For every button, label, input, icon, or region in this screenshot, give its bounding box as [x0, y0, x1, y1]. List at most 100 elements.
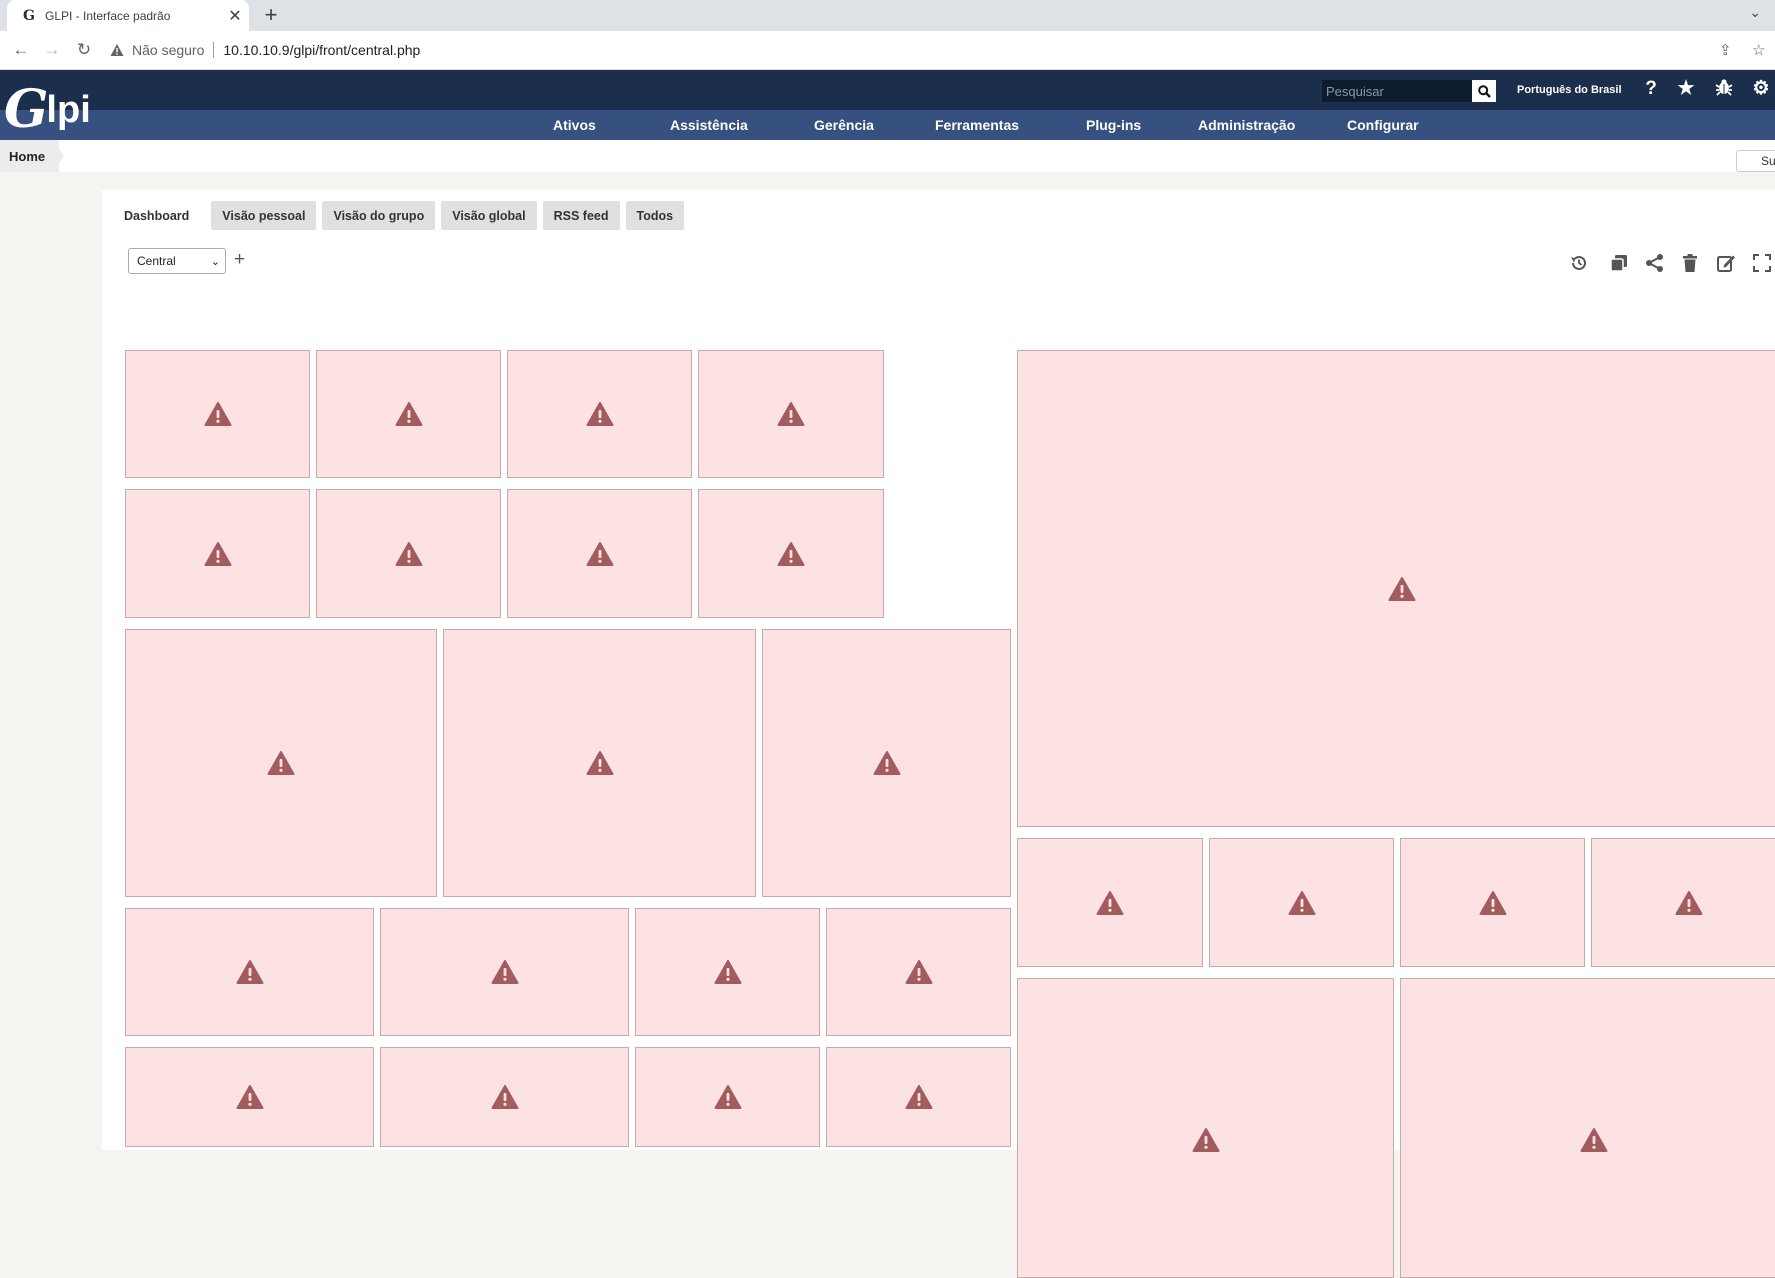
dashboard-card[interactable]	[826, 1047, 1011, 1147]
share-dashboard-icon[interactable]	[1644, 252, 1666, 274]
warning-icon	[777, 541, 805, 566]
warning-icon	[714, 1085, 741, 1109]
dashboard-card[interactable]	[125, 1047, 374, 1147]
dashboard-tabs: Dashboard Visão pessoal Visão do grupo V…	[114, 201, 690, 230]
warning-icon	[905, 960, 932, 984]
dashboard-card[interactable]	[1209, 838, 1394, 967]
clone-icon[interactable]	[1608, 252, 1630, 274]
browser-tab[interactable]: G GLPI - Interface padrão ✕	[7, 0, 249, 31]
warning-icon	[395, 402, 422, 426]
close-tab-icon[interactable]: ✕	[221, 6, 249, 26]
logo-lpi: lpi	[46, 89, 91, 131]
tab-dashboard[interactable]: Dashboard	[114, 201, 205, 230]
help-icon[interactable]: ?	[1640, 78, 1662, 100]
warning-icon	[491, 960, 518, 984]
warning-icon	[395, 541, 422, 566]
settings-gear-icon[interactable]: ⚙	[1750, 78, 1772, 100]
dashboard-card[interactable]	[380, 908, 629, 1036]
dashboard-card[interactable]	[125, 350, 310, 478]
history-icon[interactable]	[1568, 252, 1590, 274]
warning-icon	[204, 402, 231, 426]
warning-icon	[236, 960, 263, 984]
reload-icon[interactable]: ↻	[73, 39, 95, 61]
dashboard-card[interactable]	[507, 350, 692, 478]
dashboard-card[interactable]	[698, 489, 884, 618]
forward-icon[interactable]: →	[41, 39, 63, 61]
menu-configurar[interactable]: Configurar	[1347, 117, 1419, 133]
dashboard-card[interactable]	[826, 908, 1011, 1036]
language-selector[interactable]: Português do Brasil	[1517, 84, 1622, 96]
menu-ativos[interactable]: Ativos	[553, 117, 596, 133]
warning-icon	[714, 960, 741, 984]
dashboard-card[interactable]	[698, 350, 884, 478]
tab-search-chevron-icon[interactable]: ⌄	[1749, 4, 1761, 21]
breadcrumb-right-button[interactable]: Su	[1736, 150, 1775, 172]
bookmark-star-icon[interactable]: ☆	[1752, 41, 1765, 59]
tab-visao-pessoal[interactable]: Visão pessoal	[211, 201, 317, 230]
tab-visao-do-grupo[interactable]: Visão do grupo	[322, 201, 436, 230]
back-icon[interactable]: ←	[10, 39, 32, 61]
menu-plugins[interactable]: Plug-ins	[1086, 117, 1141, 133]
dashboard-card[interactable]	[762, 629, 1011, 897]
breadcrumb-home[interactable]: Home	[0, 140, 60, 172]
search-input[interactable]	[1322, 80, 1472, 102]
url-text[interactable]: 10.10.10.9/glpi/front/central.php	[223, 42, 420, 58]
dashboard-select[interactable]: Central ⌄	[128, 248, 226, 274]
dashboard-card[interactable]	[1017, 838, 1203, 967]
warning-icon	[1580, 1128, 1607, 1152]
warning-icon	[491, 1085, 518, 1109]
tab-todos[interactable]: Todos	[625, 201, 685, 230]
search-icon	[1477, 84, 1491, 98]
dashboard-card[interactable]	[1591, 838, 1775, 967]
edit-icon[interactable]	[1715, 252, 1737, 274]
warning-icon	[586, 541, 613, 566]
dashboard-select-value: Central	[137, 254, 176, 268]
dashboard-card[interactable]	[1400, 838, 1585, 967]
warning-icon	[1479, 890, 1506, 915]
menu-gerencia[interactable]: Gerência	[814, 117, 874, 133]
glpi-favicon-icon: G	[23, 7, 35, 24]
dashboard-card[interactable]	[443, 629, 756, 897]
address-bar[interactable]: Não seguro 10.10.10.9/glpi/front/central…	[110, 34, 1710, 66]
dashboard-card[interactable]	[125, 629, 437, 897]
warning-icon	[1288, 890, 1315, 915]
logo-g: G	[4, 79, 49, 140]
not-secure-warning-icon	[110, 44, 124, 56]
dashboard-card[interactable]	[125, 489, 310, 618]
new-tab-button[interactable]: +	[258, 3, 284, 29]
trash-icon[interactable]	[1679, 252, 1701, 274]
dashboard-card[interactable]	[507, 489, 692, 618]
glpi-main-menu	[0, 110, 1775, 140]
breadcrumb-arrow	[52, 140, 64, 172]
dashboard-card[interactable]	[635, 1047, 820, 1147]
dashboard-card[interactable]	[1017, 978, 1394, 1278]
global-search	[1322, 80, 1496, 102]
dashboard-card[interactable]	[125, 908, 374, 1036]
browser-tabstrip: G GLPI - Interface padrão ✕ + ⌄	[0, 0, 1775, 31]
warning-icon	[586, 751, 613, 775]
dashboard-card[interactable]	[635, 908, 820, 1036]
search-button[interactable]	[1472, 80, 1496, 102]
dashboard-card[interactable]	[1017, 350, 1775, 827]
bug-icon	[1715, 79, 1733, 96]
dashboard-card[interactable]	[316, 489, 501, 618]
menu-administracao[interactable]: Administração	[1198, 117, 1295, 133]
warning-icon	[905, 1085, 932, 1109]
dashboard-card[interactable]	[380, 1047, 629, 1147]
debug-bug-icon[interactable]	[1713, 78, 1735, 100]
dashboard-card[interactable]	[316, 350, 501, 478]
share-icon[interactable]: ⇪	[1719, 41, 1732, 59]
menu-ferramentas[interactable]: Ferramentas	[935, 117, 1019, 133]
warning-icon	[204, 541, 231, 566]
dashboard-card[interactable]	[1400, 978, 1775, 1278]
chevron-down-icon: ⌄	[210, 256, 220, 268]
glpi-logo[interactable]: G lpi	[4, 79, 91, 140]
tab-visao-global[interactable]: Visão global	[441, 201, 537, 230]
menu-assistencia[interactable]: Assistência	[670, 117, 748, 133]
add-dashboard-button[interactable]: +	[234, 250, 245, 270]
tab-rss-feed[interactable]: RSS feed	[542, 201, 620, 230]
tab-title: GLPI - Interface padrão	[45, 8, 171, 23]
browser-toolbar: ← → ↻ Não seguro 10.10.10.9/glpi/front/c…	[0, 31, 1775, 70]
favorites-star-icon[interactable]: ★	[1675, 78, 1697, 100]
fullscreen-icon[interactable]	[1751, 252, 1773, 274]
